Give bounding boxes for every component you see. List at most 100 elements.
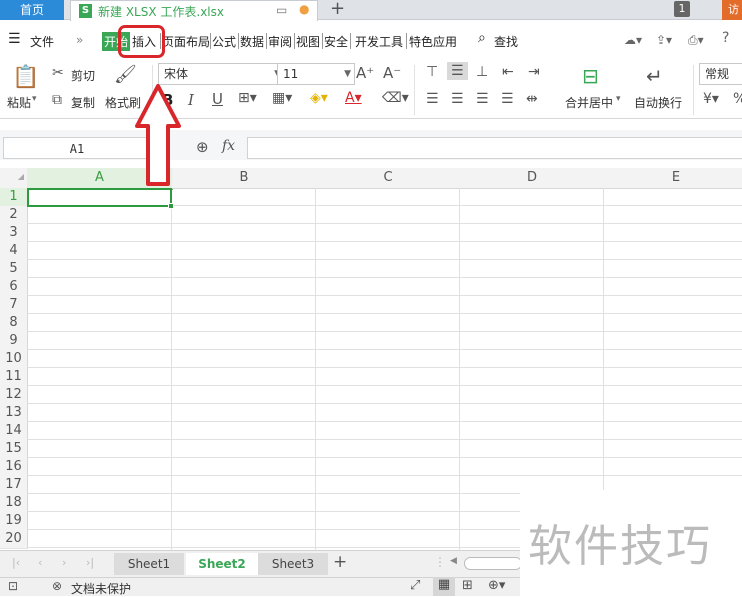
share-icon[interactable]: ⇪▾: [656, 33, 672, 47]
add-sheet-button[interactable]: +: [333, 552, 347, 572]
new-tab-button[interactable]: +: [330, 0, 345, 19]
row-header-1[interactable]: 1: [0, 188, 28, 207]
percent-icon[interactable]: %: [733, 91, 742, 107]
italic-icon[interactable]: I: [188, 91, 194, 109]
search-icon[interactable]: ⌕: [478, 30, 486, 46]
wrap-text-icon[interactable]: ↵: [646, 64, 663, 88]
increase-indent-icon[interactable]: ⇥: [528, 64, 540, 80]
notification-badge[interactable]: 1: [674, 1, 690, 17]
merge-dropdown-icon[interactable]: ▾: [616, 94, 621, 104]
copy-button[interactable]: 复制: [71, 94, 95, 111]
distribute-icon[interactable]: ⇹: [526, 91, 538, 107]
currency-icon[interactable]: ¥▾: [703, 91, 719, 107]
first-sheet-icon[interactable]: |‹: [12, 556, 20, 569]
merge-center-icon[interactable]: ⊟: [582, 64, 599, 88]
scroll-left-icon[interactable]: ◀: [450, 556, 457, 566]
sheet-tab-sheet3[interactable]: Sheet3: [258, 553, 328, 575]
decrease-font-icon[interactable]: A⁻: [383, 64, 401, 82]
column-header-d[interactable]: D: [460, 168, 605, 189]
active-cell-a1[interactable]: [27, 188, 172, 207]
prev-sheet-icon[interactable]: ‹: [38, 556, 42, 569]
align-center-icon[interactable]: ☰: [451, 91, 464, 107]
menu-formulas[interactable]: 公式: [212, 33, 236, 50]
paste-icon[interactable]: 📋: [12, 65, 39, 90]
fx-icon[interactable]: fx: [222, 138, 235, 154]
cloud-icon[interactable]: ☁▾: [624, 33, 642, 47]
menu-data[interactable]: 数据: [240, 33, 264, 50]
horizontal-scrollbar[interactable]: [464, 557, 522, 570]
row-header-5[interactable]: 5: [0, 260, 28, 279]
row-header-16[interactable]: 16: [0, 458, 28, 477]
row-header-9[interactable]: 9: [0, 332, 28, 351]
merge-center-button[interactable]: 合并居中: [565, 94, 613, 111]
monitor-icon[interactable]: ▭: [276, 3, 287, 17]
paste-button[interactable]: 粘贴: [7, 94, 31, 111]
next-sheet-icon[interactable]: ›: [62, 556, 66, 569]
upload-icon[interactable]: ⎙▾: [688, 33, 704, 48]
row-header-6[interactable]: 6: [0, 278, 28, 297]
row-header-13[interactable]: 13: [0, 404, 28, 423]
underline-icon[interactable]: U: [212, 90, 223, 108]
row-header-18[interactable]: 18: [0, 494, 28, 513]
protection-status[interactable]: 文档未保护: [71, 580, 131, 597]
fill-color-icon[interactable]: ◈▾: [310, 90, 328, 106]
format-painter-icon[interactable]: 🖌: [114, 64, 137, 85]
clear-format-icon[interactable]: ⌫▾: [382, 90, 409, 106]
align-top-icon[interactable]: ⊤: [426, 64, 438, 80]
align-right-icon[interactable]: ☰: [476, 91, 489, 107]
row-header-14[interactable]: 14: [0, 422, 28, 441]
row-header-20[interactable]: 20: [0, 530, 28, 549]
number-format-select[interactable]: 常规: [699, 63, 742, 85]
menu-view[interactable]: 视图: [296, 33, 320, 50]
menu-security[interactable]: 安全: [324, 33, 348, 50]
row-header-19[interactable]: 19: [0, 512, 28, 531]
column-header-b[interactable]: B: [172, 168, 317, 189]
select-all-corner[interactable]: ◢: [0, 168, 28, 189]
row-header-3[interactable]: 3: [0, 224, 28, 243]
sheet-tab-sheet2[interactable]: Sheet2: [186, 553, 258, 575]
menu-file[interactable]: 文件: [30, 33, 54, 50]
sheet-tab-sheet1[interactable]: Sheet1: [114, 553, 184, 575]
double-chevron-icon[interactable]: »: [76, 33, 83, 47]
last-sheet-icon[interactable]: ›|: [86, 556, 94, 569]
align-bottom-icon[interactable]: ⊥: [476, 64, 488, 80]
name-box[interactable]: A1: [3, 137, 151, 159]
font-name-select[interactable]: 宋体▼: [158, 63, 285, 85]
tab-document[interactable]: S 新建 XLSX 工作表.xlsx ▭ ●: [70, 0, 318, 21]
font-size-select[interactable]: 11 ▼: [277, 63, 355, 85]
menu-special[interactable]: 特色应用: [409, 33, 457, 50]
row-header-8[interactable]: 8: [0, 314, 28, 333]
help-icon[interactable]: ?: [722, 30, 729, 46]
page-layout-view-icon[interactable]: ⊞: [462, 578, 473, 593]
formula-input[interactable]: [247, 137, 742, 159]
row-header-11[interactable]: 11: [0, 368, 28, 387]
row-header-12[interactable]: 12: [0, 386, 28, 405]
normal-view-icon[interactable]: ▦: [433, 577, 455, 596]
menu-review[interactable]: 审阅: [268, 33, 292, 50]
visitor-button[interactable]: 访: [722, 0, 742, 20]
justify-icon[interactable]: ☰: [501, 91, 514, 107]
page-break-view-icon[interactable]: ⊕▾: [488, 578, 505, 593]
align-middle-icon[interactable]: ☰: [447, 62, 468, 80]
align-left-icon[interactable]: ☰: [426, 91, 439, 107]
menu-page-layout[interactable]: 页面布局: [162, 33, 210, 50]
row-header-15[interactable]: 15: [0, 440, 28, 459]
hamburger-icon[interactable]: ☰: [8, 31, 21, 47]
row-header-4[interactable]: 4: [0, 242, 28, 261]
tab-home[interactable]: 首页: [0, 0, 64, 20]
cut-button[interactable]: 剪切: [71, 67, 95, 84]
row-header-2[interactable]: 2: [0, 206, 28, 225]
paste-dropdown-icon[interactable]: ▾: [32, 94, 37, 104]
font-color-icon[interactable]: A▾: [345, 90, 362, 106]
row-header-7[interactable]: 7: [0, 296, 28, 315]
increase-font-icon[interactable]: A⁺: [356, 64, 374, 82]
menu-search[interactable]: 查找: [494, 33, 518, 50]
row-header-17[interactable]: 17: [0, 476, 28, 495]
decrease-indent-icon[interactable]: ⇤: [502, 64, 514, 80]
row-header-10[interactable]: 10: [0, 350, 28, 369]
macro-icon[interactable]: ⊡: [8, 579, 18, 593]
scroll-splitter-icon[interactable]: ⋮: [434, 555, 446, 569]
fill-handle[interactable]: [168, 203, 174, 209]
fullscreen-icon[interactable]: ⤢: [410, 578, 420, 593]
column-header-e[interactable]: E: [604, 168, 742, 189]
